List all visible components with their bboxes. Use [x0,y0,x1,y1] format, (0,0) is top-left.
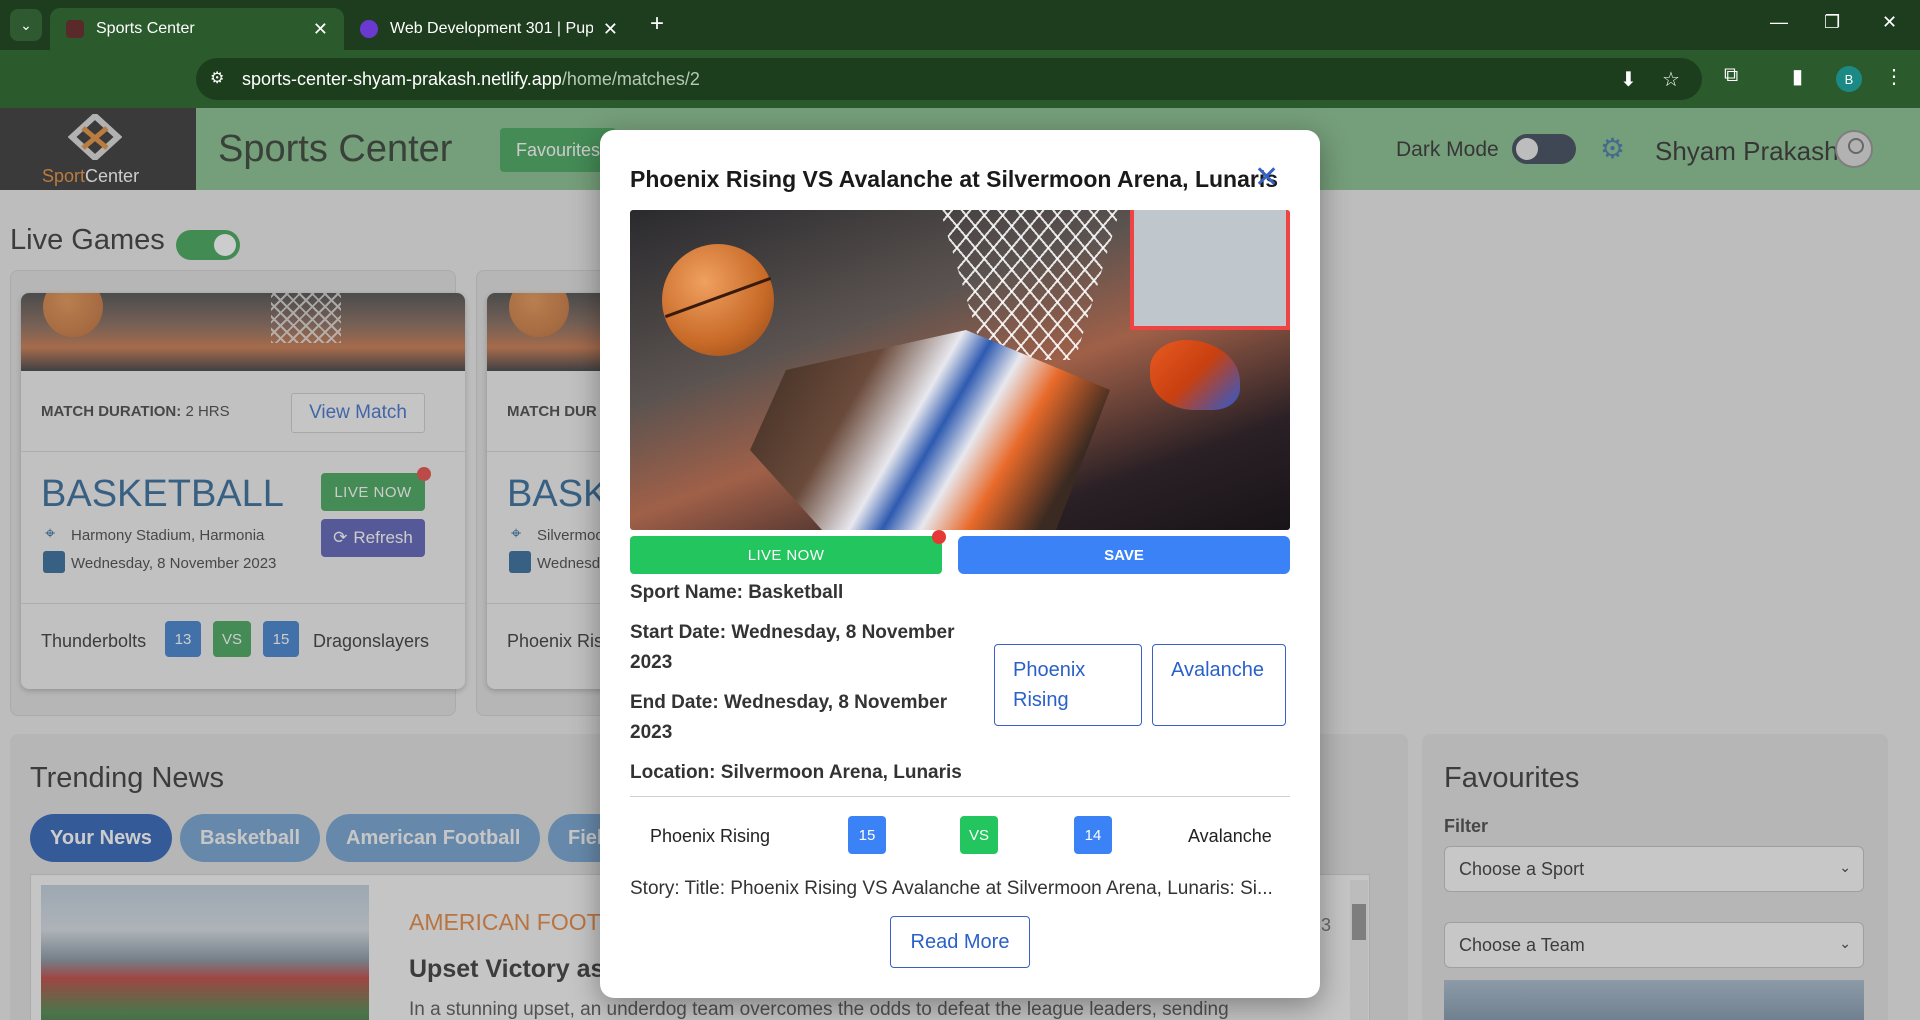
end-date-field: End Date: Wednesday, 8 November 2023 [630,692,948,743]
browser-toolbar: ← → ↻ ⌂ ⚙ sports-center-shyam-prakash.ne… [0,50,1920,139]
install-app-icon[interactable]: ⬇ [1620,67,1637,92]
team-a-button[interactable]: Phoenix Rising [994,644,1142,726]
team-a-score: 15 [848,816,886,854]
vs-badge: VS [960,816,998,854]
tab-sports-center[interactable]: Sports Center ✕ [50,8,344,50]
read-more-button[interactable]: Read More [890,916,1030,968]
site-info-icon[interactable]: ⚙ [210,68,224,88]
team-b-button[interactable]: Avalanche [1152,644,1286,726]
modal-title: Phoenix Rising VS Avalanche at Silvermoo… [630,166,1279,192]
url-host: sports-center-shyam-prakash.netlify.app [242,68,562,89]
profile-avatar[interactable]: B [1836,66,1862,92]
tab-web-development[interactable]: Web Development 301 | Pupilfi ✕ [344,8,634,50]
new-tab-icon[interactable]: + [650,10,664,38]
tab-search-button[interactable]: ⌄ [10,9,42,41]
close-window-icon[interactable]: ✕ [1882,12,1897,33]
match-image [630,210,1290,530]
side-panel-icon[interactable]: ▮ [1792,64,1803,89]
menu-kebab-icon[interactable]: ⋮ [1884,64,1904,89]
tab-title: Sports Center [96,20,195,37]
location-field: Location: Silvermoon Arena, Lunaris [630,762,962,783]
page: SportCenter Sports Center Favourites Dar… [0,108,1920,1020]
save-button[interactable]: SAVE [958,536,1290,574]
close-icon[interactable]: ✕ [1254,160,1279,195]
bookmark-star-icon[interactable]: ☆ [1662,67,1680,92]
pupilfirst-favicon-icon [360,20,378,38]
sport-name-field: Sport Name: Basketball [630,582,844,603]
close-tab-icon[interactable]: ✕ [603,19,618,40]
story-text: Story: Title: Phoenix Rising VS Avalanch… [630,878,1273,899]
address-bar[interactable]: ⚙ sports-center-shyam-prakash.netlify.ap… [196,58,1702,100]
divider [630,796,1290,797]
match-details-modal: Phoenix Rising VS Avalanche at Silvermoo… [600,130,1320,998]
extensions-icon[interactable]: ⧉ [1724,64,1738,87]
tab-title: Web Development 301 | Pupilfi [390,20,593,37]
team-b-name: Avalanche [1188,826,1272,846]
live-dot-icon [932,530,946,544]
sports-center-favicon-icon [66,20,84,38]
team-a-name: Phoenix Rising [650,826,771,846]
url-path: /home/matches/2 [561,68,700,89]
close-tab-icon[interactable]: ✕ [313,19,328,40]
start-date-field: Start Date: Wednesday, 8 November 2023 [630,622,955,673]
team-b-score: 14 [1074,816,1112,854]
restore-icon[interactable]: ❐ [1824,12,1840,33]
browser-tabstrip: ⌄ Sports Center ✕ Web Development 301 | … [0,0,1920,50]
minimize-icon[interactable]: — [1770,12,1788,33]
live-now-badge[interactable]: LIVE NOW [630,536,942,574]
